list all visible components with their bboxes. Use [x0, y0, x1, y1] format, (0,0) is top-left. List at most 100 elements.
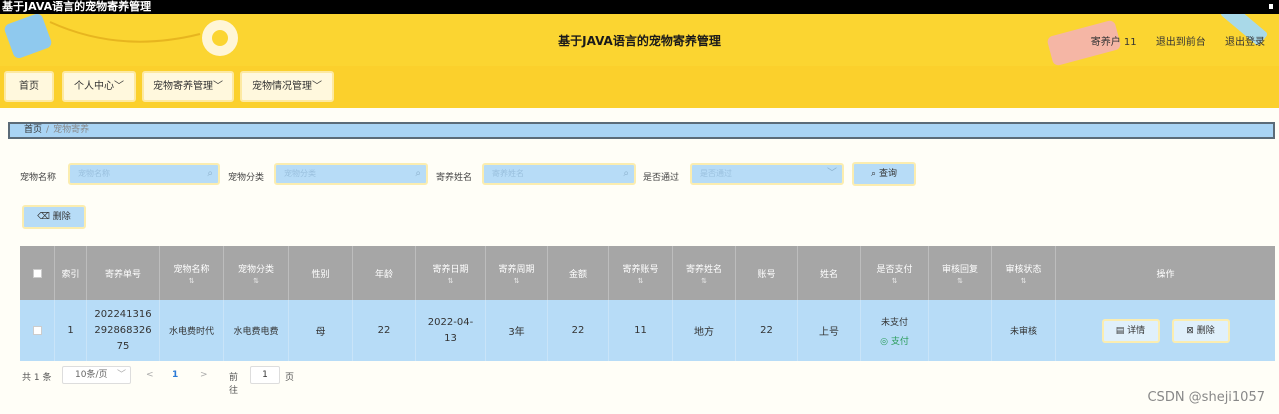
sort-icon[interactable]: ⇅ — [253, 277, 259, 285]
sort-icon[interactable]: ⇅ — [892, 277, 898, 285]
chevron-down-icon: ﹀ — [312, 81, 322, 92]
page-size-select[interactable]: 10条/页 ﹀ — [62, 366, 131, 384]
row-delete-button[interactable]: ⊠ 删除 — [1171, 318, 1230, 343]
owner-input[interactable]: 寄养姓名 ⌕ — [482, 163, 636, 185]
detail-label: 详情 — [1127, 325, 1146, 336]
th-reply[interactable]: 审核回复 ⇅ — [929, 246, 992, 300]
logout-link[interactable]: 退出登录 — [1225, 37, 1265, 48]
nav-foster-mgmt[interactable]: 宠物寄养管理﹀ — [142, 71, 234, 102]
sort-icon[interactable]: ⇅ — [514, 277, 520, 285]
app-header: 基于JAVA语言的宠物寄养管理 寄养户 11 退出到前台 退出登录 — [0, 14, 1279, 66]
th-gender[interactable]: 性别 — [289, 246, 353, 300]
cell-text: 2022-04-13 — [427, 316, 474, 344]
table-row[interactable]: 1 20224131629286832675 水电费时代 水电费电费 母 22 … — [20, 300, 1275, 361]
cell-text: 水电费电费 — [233, 327, 279, 337]
nav-foster-label: 宠物寄养管理 — [153, 81, 213, 92]
category-label: 宠物分类 — [228, 173, 265, 183]
cell-account: 22 — [736, 300, 798, 361]
approved-placeholder: 是否通过 — [700, 169, 732, 178]
goto-input[interactable]: 1 — [250, 366, 280, 384]
paid-status: 未支付 — [880, 317, 908, 328]
th-foster-name[interactable]: 寄养姓名 ⇅ — [673, 246, 736, 300]
th-label: 年龄 — [374, 269, 393, 280]
sort-icon[interactable]: ⇅ — [189, 277, 195, 285]
th-paid[interactable]: 是否支付 ⇅ — [861, 246, 929, 300]
th-order-no[interactable]: 寄养单号 — [87, 246, 160, 300]
header-links: 寄养户 11 退出到前台 退出登录 — [1075, 33, 1265, 48]
th-account[interactable]: 账号 — [736, 246, 798, 300]
sort-icon[interactable]: ⇅ — [1021, 277, 1027, 285]
window-menu-icon[interactable] — [1269, 4, 1273, 9]
nav-personal-label: 个人中心 — [74, 81, 114, 92]
batch-delete-label: 删除 — [52, 212, 71, 222]
nav-status-mgmt[interactable]: 宠物情况管理﹀ — [240, 71, 334, 102]
cell-period: 3年 — [486, 300, 548, 361]
row-select-cell — [20, 300, 55, 361]
detail-button[interactable]: ▤ 详情 — [1101, 318, 1160, 343]
cell-gender: 母 — [289, 300, 353, 361]
chevron-down-icon: ﹀ — [827, 168, 837, 179]
row-checkbox[interactable] — [32, 326, 42, 335]
category-input[interactable]: 宠物分类 ⌕ — [274, 163, 428, 185]
sort-icon[interactable]: ⇅ — [701, 277, 707, 285]
prev-page-button[interactable]: < — [146, 370, 154, 380]
cell-text: 22 — [760, 325, 773, 336]
th-label: 寄养周期 — [498, 264, 535, 275]
current-page[interactable]: 1 — [172, 370, 178, 380]
nav-personal[interactable]: 个人中心﹀ — [62, 71, 136, 102]
th-label: 宠物名称 — [173, 264, 210, 275]
table-header: 索引 寄养单号 宠物名称 ⇅ 宠物分类 ⇅ 性别 年龄 寄养日期 ⇅ 寄养周期 ⇅ 金额… — [20, 246, 1275, 300]
th-order-label: 寄养单号 — [104, 269, 141, 280]
sort-icon[interactable]: ⇅ — [957, 277, 963, 285]
nav-home-label: 首页 — [19, 81, 39, 92]
pay-link[interactable]: ◎ 支付 — [880, 334, 909, 347]
pet-name-label: 宠物名称 — [20, 173, 57, 183]
th-pet-name[interactable]: 宠物名称 ⇅ — [160, 246, 224, 300]
page-size-label: 10条/页 — [75, 370, 108, 380]
th-period[interactable]: 寄养周期 ⇅ — [486, 246, 548, 300]
nav-home[interactable]: 首页 — [4, 71, 54, 102]
breadcrumb-home[interactable]: 首页 — [24, 125, 42, 135]
sort-icon[interactable]: ⇅ — [448, 277, 454, 285]
watermark: CSDN @sheji1057 — [1147, 390, 1265, 405]
pay-icon: ◎ — [880, 336, 891, 347]
select-all-checkbox[interactable] — [32, 268, 42, 278]
sort-icon[interactable]: ⇅ — [638, 277, 644, 285]
category-placeholder: 宠物分类 — [284, 169, 316, 178]
th-age[interactable]: 年龄 — [353, 246, 416, 300]
row-delete-label: 删除 — [1196, 325, 1215, 336]
pagination: 共 1 条 10条/页 ﹀ < 1 > 前往 1 页 — [22, 366, 294, 396]
th-label: 寄养姓名 — [685, 264, 722, 275]
th-label: 姓名 — [819, 269, 838, 280]
nav-status-label: 宠物情况管理 — [252, 81, 312, 92]
cell-text: 3年 — [508, 327, 525, 338]
query-button[interactable]: ⌕ 查询 — [852, 162, 916, 186]
document-icon: ▤ — [1115, 325, 1128, 336]
th-category[interactable]: 宠物分类 ⇅ — [224, 246, 289, 300]
next-page-button[interactable]: > — [200, 370, 208, 380]
approved-select[interactable]: 是否通过 ﹀ — [690, 163, 844, 185]
cell-actions: ▤ 详情 ⊠ 删除 — [1056, 300, 1275, 361]
owner-placeholder: 寄养姓名 — [492, 169, 524, 178]
pet-name-input[interactable]: 宠物名称 ⌕ — [68, 163, 220, 185]
cell-name: 上号 — [798, 300, 861, 361]
th-label: 性别 — [311, 269, 330, 280]
cell-text: 22 — [377, 325, 391, 336]
th-label: 是否支付 — [876, 264, 913, 275]
to-front-link[interactable]: 退出到前台 — [1156, 37, 1206, 48]
th-audit-status[interactable]: 审核状态 ⇅ — [992, 246, 1056, 300]
th-date[interactable]: 寄养日期 ⇅ — [416, 246, 486, 300]
th-label: 寄养账号 — [622, 264, 659, 275]
th-amount[interactable]: 金额 — [548, 246, 609, 300]
cell-foster-account: 11 — [609, 300, 673, 361]
data-table: 索引 寄养单号 宠物名称 ⇅ 宠物分类 ⇅ 性别 年龄 寄养日期 ⇅ 寄养周期 ⇅ 金额… — [20, 246, 1275, 361]
th-label: 宠物分类 — [237, 264, 274, 275]
th-name[interactable]: 姓名 — [798, 246, 861, 300]
th-foster-account[interactable]: 寄养账号 ⇅ — [609, 246, 673, 300]
pay-label: 支付 — [890, 336, 909, 347]
cell-foster-name: 地方 — [673, 300, 736, 361]
th-label: 审核状态 — [1005, 264, 1042, 275]
batch-delete-button[interactable]: ⌫ 删除 — [22, 205, 86, 229]
cell-text: 地方 — [694, 327, 714, 338]
cell-order-no: 20224131629286832675 — [87, 300, 160, 361]
